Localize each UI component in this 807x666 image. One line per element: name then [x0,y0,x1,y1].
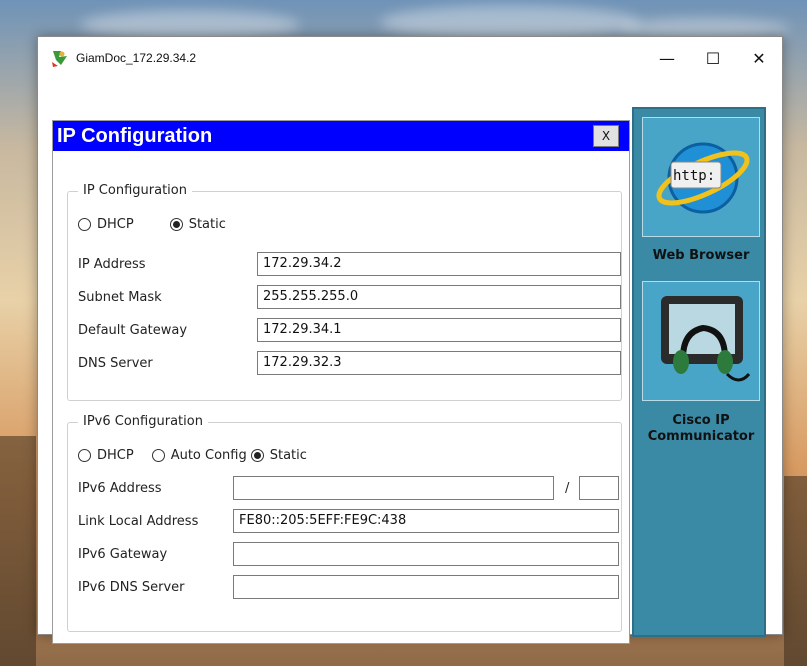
ipv4-mode-radios: DHCP Static [78,217,226,232]
web-browser-tile[interactable]: http: [642,117,760,237]
ipv6-gateway-field[interactable] [233,542,619,566]
ipv6-address-label: IPv6 Address [78,481,162,496]
ipv4-group-title: IP Configuration [78,183,192,198]
ipv6-address-field[interactable] [233,476,554,500]
web-browser-label: Web Browser [652,248,750,263]
app-panel: http: Web Browser Cisco IP Communicator [632,107,766,637]
web-browser-icon-text: http: [673,168,716,184]
dialog-title: IP Configuration [53,121,629,151]
default-gateway-label: Default Gateway [78,323,188,338]
default-gateway-field[interactable]: 172.29.34.1 [257,318,621,342]
ipv4-dhcp-label: DHCP [97,217,134,232]
window-controls: — ☐ ✕ [644,37,782,79]
ip-communicator-tile[interactable] [642,281,760,401]
desktop-tab-area: http: Web Browser Cisco IP Communicator … [38,79,782,644]
ipv4-group: IP Configuration DHCP Static IP Address … [67,183,622,401]
ipv6-dhcp-radio[interactable] [78,449,91,462]
window-title: GiamDoc_172.29.34.2 [76,51,197,65]
ipv4-static-label: Static [188,217,226,232]
dialog-close-button[interactable]: X [593,125,619,147]
subnet-mask-label: Subnet Mask [78,290,162,305]
link-local-address-field[interactable]: FE80::205:5EFF:FE9C:438 [233,509,619,533]
dns-server-label: DNS Server [78,356,153,371]
ipv6-dns-server-label: IPv6 DNS Server [78,580,185,595]
ipv6-group: IPv6 Configuration DHCP Auto Config Stat… [67,414,622,632]
close-button[interactable]: ✕ [736,37,782,79]
prefix-separator: / [565,481,570,496]
packet-tracer-pc-icon [52,51,67,67]
subnet-mask-field[interactable]: 255.255.255.0 [257,285,621,309]
ipv6-dns-server-field[interactable] [233,575,619,599]
ip-communicator-icon [661,296,751,382]
ip-address-label: IP Address [78,257,146,272]
window-titlebar[interactable]: GiamDoc_172.29.34.2 — ☐ ✕ [38,37,782,79]
ipv6-prefix-field[interactable] [579,476,619,500]
ip-configuration-dialog: IP Configuration X IP Configuration DHCP… [52,120,630,644]
ipv4-static-radio[interactable] [169,218,183,231]
ipv6-auto-config-label: Auto Config [170,448,247,463]
ipv6-static-radio[interactable] [250,449,264,462]
app-window: GiamDoc_172.29.34.2 — ☐ ✕ http: Web Brow… [37,36,783,644]
ip-communicator-label: Cisco IP Communicator [647,413,755,444]
ipv6-mode-radios: DHCP Auto Config Static [78,448,307,463]
dns-server-field[interactable]: 172.29.32.3 [257,351,621,375]
maximize-button[interactable]: ☐ [690,37,736,79]
ipv4-dhcp-radio[interactable] [78,218,91,231]
link-local-address-label: Link Local Address [78,514,199,529]
ipv6-auto-config-radio[interactable] [151,449,165,462]
ip-address-field[interactable]: 172.29.34.2 [257,252,621,276]
ipv6-dhcp-label: DHCP [97,448,134,463]
ipv6-group-title: IPv6 Configuration [78,414,208,429]
ipv6-gateway-label: IPv6 Gateway [78,547,168,562]
ipv6-static-label: Static [269,448,307,463]
minimize-button[interactable]: — [644,37,690,79]
